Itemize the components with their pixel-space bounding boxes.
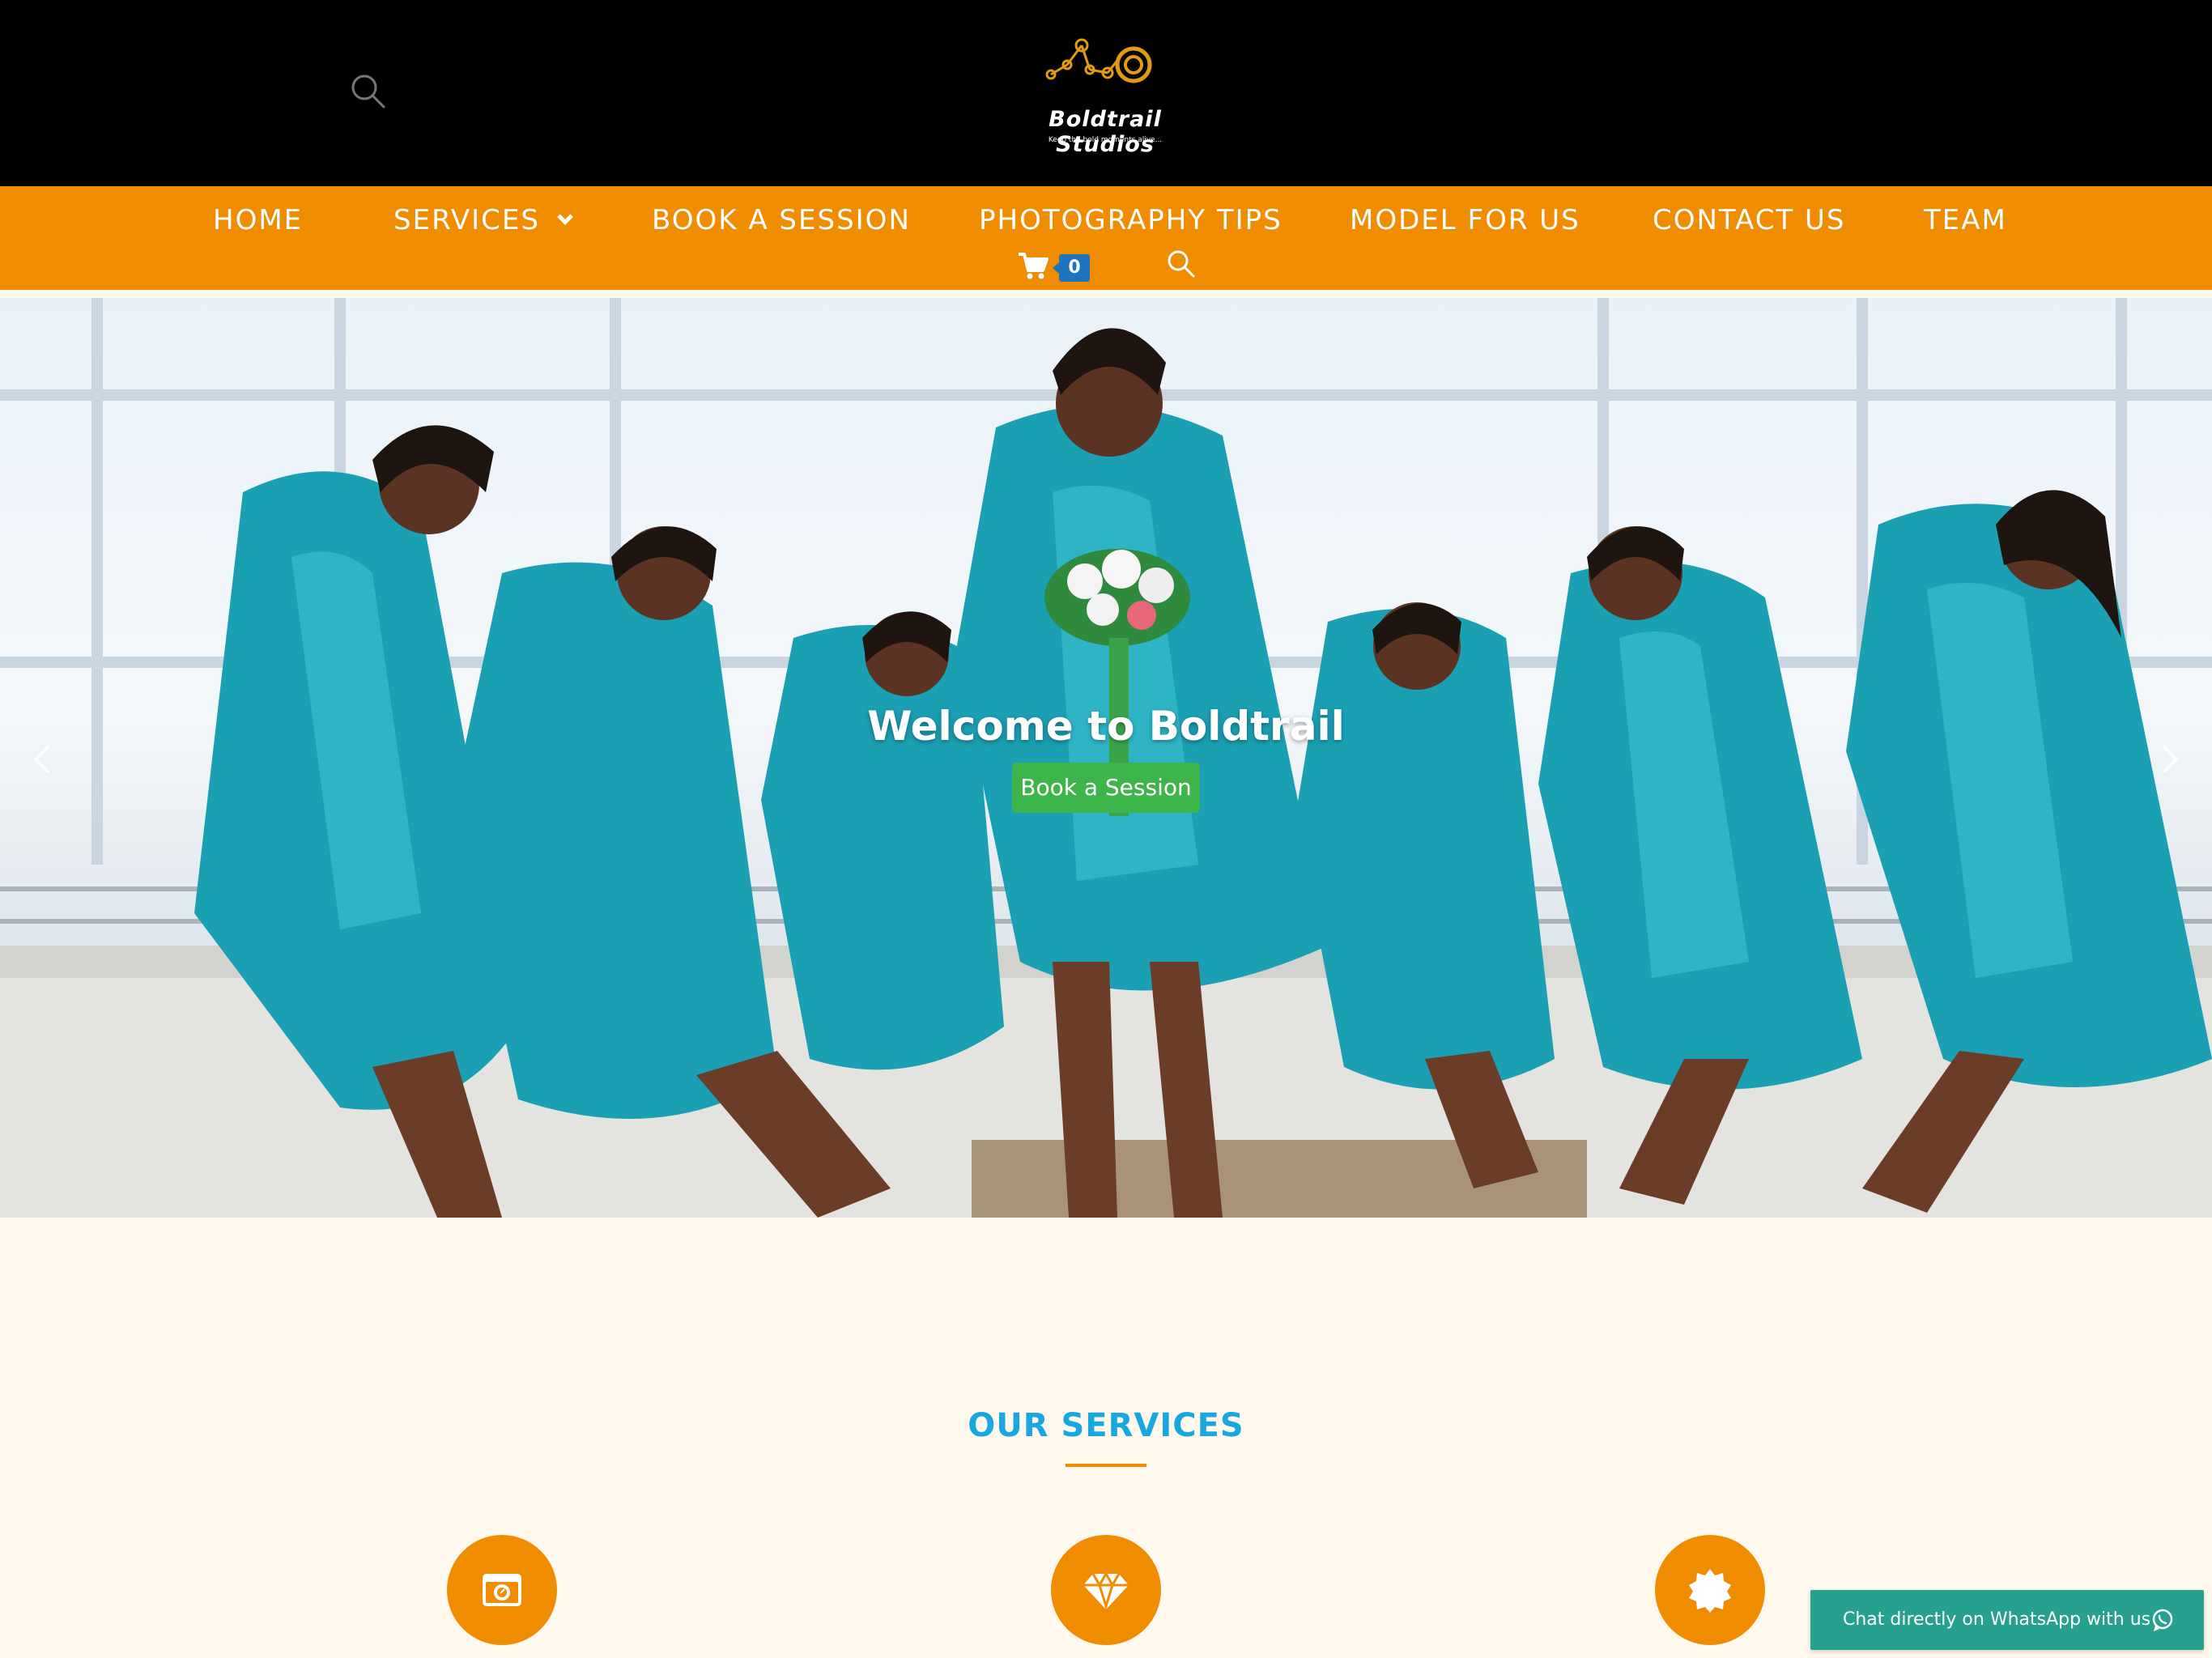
nav-item-label: SERVICES [393, 204, 540, 236]
whatsapp-chat-label: Chat directly on WhatsApp with us [1843, 1609, 2151, 1630]
nav-item-label: MODEL FOR US [1350, 204, 1580, 236]
diamond-icon [1083, 1571, 1129, 1611]
hero-title: Welcome to Boldtrail [867, 703, 1345, 750]
chevron-right-icon[interactable] [2154, 735, 2186, 784]
nav-item-team[interactable]: TEAM [1924, 198, 2007, 243]
chevron-down-icon [557, 209, 573, 225]
chevron-left-icon[interactable] [26, 735, 58, 784]
main-nav: HOME SERVICES BOOK A SESSION PHOTOGRAPHY… [0, 186, 2212, 290]
brand-name: Boldtrail Studios [1049, 107, 1162, 157]
service-premium[interactable] [1051, 1535, 1161, 1645]
shopping-cart-icon [1019, 253, 1049, 279]
title-underline [1066, 1464, 1146, 1467]
brand-logo[interactable]: Boldtrail Studios Keep the bold moments … [1004, 32, 1206, 157]
cart-count-badge: 0 [1053, 254, 1090, 282]
camera-icon [483, 1574, 521, 1606]
book-session-button[interactable]: Book a Session [1012, 763, 1200, 813]
hero-photo [0, 298, 2212, 1218]
nav-item-label: TEAM [1924, 204, 2007, 236]
nav-item-photography-tips[interactable]: PHOTOGRAPHY TIPS [979, 198, 1283, 243]
nav-item-book-a-session[interactable]: BOOK A SESSION [652, 198, 911, 243]
nav-item-label: PHOTOGRAPHY TIPS [979, 204, 1283, 236]
badge-icon [1689, 1569, 1731, 1613]
logo-mark-icon [1045, 38, 1152, 83]
nav-item-home[interactable]: HOME [213, 198, 303, 243]
search-icon[interactable] [1164, 248, 1197, 280]
nav-item-label: BOOK A SESSION [652, 204, 911, 236]
brand-tagline: Keep the bold moments alive... [1048, 136, 1163, 144]
search-icon[interactable] [348, 71, 389, 112]
services-title: OUR SERVICES [968, 1407, 1244, 1444]
nav-item-label: HOME [213, 204, 304, 236]
whatsapp-icon [2152, 1609, 2173, 1631]
hero-slider: Welcome to Boldtrail Book a Session [0, 298, 2212, 1218]
whatsapp-chat-button[interactable]: Chat directly on WhatsApp with us [1810, 1590, 2204, 1650]
nav-item-label: CONTACT US [1653, 204, 1846, 236]
top-header: Boldtrail Studios Keep the bold moments … [0, 0, 2212, 186]
cart-button[interactable]: 0 [1017, 248, 1090, 283]
service-photography[interactable] [447, 1535, 557, 1645]
nav-item-services[interactable]: SERVICES [393, 198, 573, 243]
service-events[interactable] [1655, 1535, 1765, 1645]
nav-item-model-for-us[interactable]: MODEL FOR US [1350, 198, 1580, 243]
nav-item-contact-us[interactable]: CONTACT US [1653, 198, 1846, 243]
